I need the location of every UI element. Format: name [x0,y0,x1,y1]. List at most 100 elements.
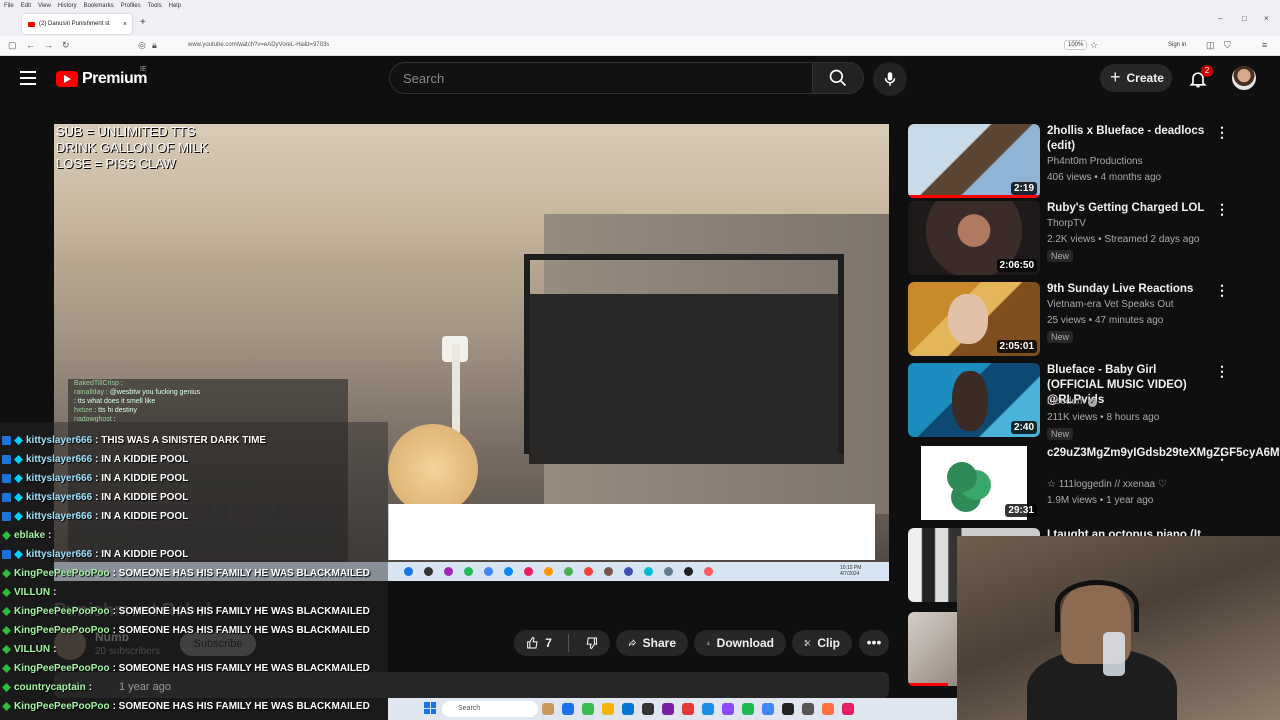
voice-search-button[interactable] [873,62,907,96]
app-icon [604,567,613,576]
menu-item[interactable]: Profiles [121,3,141,9]
subscriber-badge-icon [2,512,11,521]
app-icon[interactable] [642,703,654,715]
video-thumbnail[interactable]: 2:40 [908,363,1040,437]
recommendation-item[interactable]: 2:40 Blueface - Baby Girl (OFFICIAL MUSI… [908,363,1229,440]
maximize-icon[interactable]: □ [1242,14,1247,23]
taskbar-search-input[interactable]: Search [442,701,538,717]
app-icon[interactable] [762,703,774,715]
video-title[interactable]: c29uZ3MgZm9yIGdsb29teXMgZGF5cyA6Mw== [1047,446,1280,461]
menu-item[interactable]: File [4,3,14,9]
account-avatar[interactable] [1232,66,1256,90]
app-icon[interactable] [582,703,594,715]
video-title[interactable]: 2hollis x Blueface - deadlocs (edit) [1047,124,1207,154]
sidebar-icon[interactable]: ▢ [8,40,17,51]
chat-username: kittyslayer666 [26,454,93,465]
star-icon[interactable]: ☆ [1090,40,1098,51]
app-icon[interactable] [722,703,734,715]
browser-tab[interactable]: (2) Danusiri Punishment st × [22,14,132,34]
video-meta: 211K views • 8 hours ago [1047,412,1160,423]
app-icon[interactable] [782,703,794,715]
menu-item[interactable]: View [38,3,51,9]
video-thumbnail[interactable]: 2:05:01 [908,282,1040,356]
share-button[interactable]: Share [616,630,688,656]
chat-text: : [48,530,52,541]
back-icon[interactable]: ← [26,40,35,50]
close-window-icon[interactable]: × [1264,14,1269,23]
app-icon[interactable] [842,703,854,715]
shield-icon[interactable]: ◎ [138,40,146,51]
thumbs-down-icon[interactable] [585,635,598,651]
clip-label: Clip [817,636,840,650]
menu-item[interactable]: Tools [148,3,162,9]
menu-item[interactable]: Bookmarks [84,3,114,9]
close-tab-icon[interactable]: × [123,21,127,28]
video-thumbnail[interactable]: 2:19 [908,124,1040,198]
recommendation-item[interactable]: 29:31 c29uZ3MgZm9yIGdsb29teXMgZGF5cyA6Mw… [908,446,1280,522]
chat-message: kittyslayer666: IN A KIDDIE POOL [2,469,188,488]
app-icon [704,567,713,576]
recommendation-item[interactable]: 2:19 2hollis x Blueface - deadlocs (edit… [908,124,1229,200]
shield-ext-icon[interactable]: ⛉ [1224,40,1231,51]
app-icon[interactable] [542,703,554,715]
more-options-icon[interactable]: ⋮ [1215,201,1229,218]
menu-icon[interactable]: ≡ [1262,40,1267,50]
folder-icon[interactable] [602,703,614,715]
channel-name[interactable]: ☆ 111loggedin // xxenaa ♡ [1047,477,1167,492]
thumbs-up-icon[interactable] [526,635,539,651]
new-tab-icon[interactable]: + [140,17,146,28]
sign-in-button[interactable]: Sign in [1168,42,1186,48]
more-options-icon[interactable]: ⋮ [1215,363,1229,380]
edge-icon[interactable] [622,703,634,715]
channel-name[interactable]: Vietnam-era Vet Speaks Out [1047,297,1174,312]
recommendation-item[interactable]: 2:06:50 Ruby's Getting Charged LOL Thorp… [908,201,1229,277]
chat-username: kittyslayer666 [26,492,93,503]
chat-username: countrycaptain [14,682,86,693]
video-title[interactable]: Ruby's Getting Charged LOL [1047,201,1207,216]
video-thumbnail[interactable]: 29:31 [908,446,1040,520]
video-title[interactable]: 9th Sunday Live Reactions [1047,282,1207,297]
menu-item[interactable]: Help [169,3,181,9]
youtube-logo[interactable]: Premium IE [56,66,147,88]
channel-name[interactable]: bleedem ✓ [1047,394,1098,409]
more-options-icon[interactable]: ⋮ [1215,124,1229,141]
youtube-header: Premium IE Search + Create 2 [0,56,1280,100]
app-icon[interactable] [682,703,694,715]
zoom-level[interactable]: 100% [1064,40,1088,50]
menu-item[interactable]: Edit [21,3,31,9]
channel-name[interactable]: Ph4nt0m Productions [1047,154,1143,169]
minimize-icon[interactable]: – [1218,14,1222,23]
like-count[interactable]: 7 [545,636,552,650]
address-bar[interactable]: www.youtube.com/watch?v=eADyVoreL-Ha&t=9… [188,42,329,48]
inner-chat-line: : tts what does it smell like [74,398,156,405]
forward-icon[interactable]: → [44,40,53,50]
more-actions-icon[interactable]: ••• [859,630,889,656]
clip-button[interactable]: Clip [792,630,852,656]
app-icon[interactable] [822,703,834,715]
video-duration: 2:40 [1010,421,1037,434]
video-thumbnail[interactable]: 2:06:50 [908,201,1040,275]
spotify-icon[interactable] [742,703,754,715]
recommendation-item[interactable]: 2:05:01 9th Sunday Live Reactions Vietna… [908,282,1229,358]
diamond-badge-icon [14,550,23,559]
app-icon[interactable] [702,703,714,715]
windows-start-icon[interactable] [424,702,436,714]
app-icon[interactable] [802,703,814,715]
chat-message: kittyslayer666: THIS WAS A SINISTER DARK… [2,431,266,450]
reload-icon[interactable]: ↻ [62,40,70,51]
search-icon [829,69,847,87]
channel-name[interactable]: ThorpTV [1047,216,1086,231]
search-input[interactable]: Search [389,62,813,94]
share-label: Share [642,636,676,650]
download-button[interactable]: Download [694,630,786,656]
menu-item[interactable]: History [58,3,77,9]
more-options-icon[interactable]: ⋮ [1215,446,1229,463]
create-button[interactable]: + Create [1100,64,1172,92]
more-options-icon[interactable]: ⋮ [1215,282,1229,299]
hamburger-menu-icon[interactable] [20,71,36,85]
lock-icon[interactable]: 🔒︎ [152,40,157,51]
app-icon[interactable] [562,703,574,715]
extensions-icon[interactable]: ◫ [1206,40,1215,51]
app-icon[interactable] [662,703,674,715]
search-button[interactable] [812,62,864,94]
